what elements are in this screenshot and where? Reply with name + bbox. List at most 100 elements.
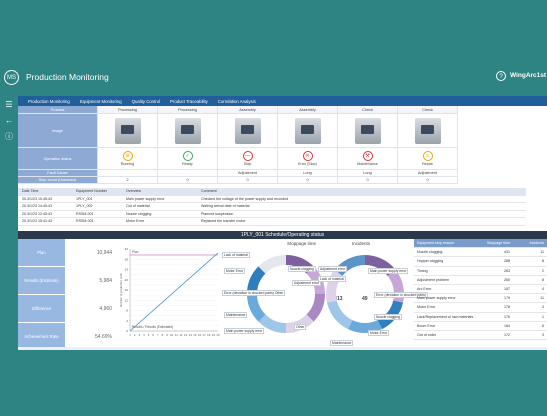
donut-segment <box>258 314 287 333</box>
machine-image <box>158 114 218 148</box>
tab-correlation-analysis[interactable]: Correlation Analysis <box>218 99 256 104</box>
table-header: Date Time Equipment Number Overview Comm… <box>18 188 526 196</box>
machine-image <box>98 114 158 148</box>
nav-tabs: Production Monitoring Equipment Monitori… <box>18 96 547 106</box>
donut-segment <box>258 255 287 274</box>
x-tick-label: 5 <box>148 333 150 337</box>
cell-incidents: 8 <box>542 259 544 264</box>
table-row[interactable]: 20.3/1/23 12:45:43 RSSM-001 Nozzle clogg… <box>18 211 526 218</box>
x-tick-label: 18 <box>207 333 211 337</box>
help-icon[interactable]: ? <box>496 71 506 81</box>
col-header: Date Time <box>22 189 39 194</box>
kpi-label: Achievement Rate <box>18 323 65 350</box>
check-icon: ✓ <box>182 151 193 161</box>
kpi-value: 10,944 <box>65 239 118 266</box>
x-tick-label: 8 <box>162 333 164 337</box>
menu-icon[interactable]: ☰ <box>4 100 14 110</box>
kpi-difference: Difference 4,960 <box>18 295 118 323</box>
machine-image <box>278 114 338 148</box>
status-label: Running <box>120 162 135 166</box>
cell-equipment: RSSM-001 <box>76 219 94 224</box>
count-cell: 0 <box>398 177 458 184</box>
cell-incidents: 11 <box>540 296 544 301</box>
equipment-grid: Process Processing Processing Assembly A… <box>18 106 547 184</box>
top-band <box>0 0 547 62</box>
cause-cell <box>158 170 218 177</box>
table-row[interactable]: 20.3/1/23 15:41:43 RSSM-001 Motor Error … <box>18 218 526 226</box>
row-label-cause: Fault Cause <box>18 170 98 177</box>
cell-incidents: 3 <box>542 305 544 310</box>
x-tick-label: 2 <box>134 333 136 337</box>
count-cell: 0 <box>338 177 398 184</box>
cell-comment: Planned suspension <box>201 211 234 216</box>
cell-datetime: 20.3/1/23 12:45:43 <box>22 211 52 216</box>
cell-overview: Motor Error <box>126 219 145 224</box>
table-row[interactable]: Motor Error 178 3 <box>414 303 547 313</box>
kpi-results: Results (Estimate) 5,984 <box>18 267 118 295</box>
table-row[interactable]: Lack/Replacement of raw materials 176 1 <box>414 313 547 322</box>
repair-icon: ⚠ <box>422 151 433 161</box>
cell-reason: Lack/Replacement of raw materials <box>417 314 474 319</box>
stop-label: Maintenance <box>224 312 248 318</box>
tab-equipment-monitoring[interactable]: Equipment Monitoring <box>80 99 122 104</box>
cause-cell: Adjustment <box>398 170 458 177</box>
kpi-value: 5,984 <box>65 267 118 294</box>
wrench-icon: ⚒ <box>362 151 373 161</box>
brand-logo: WingArc1st <box>510 72 547 79</box>
status-label: Stop <box>243 162 252 166</box>
tab-production-monitoring[interactable]: Production Monitoring <box>28 99 70 104</box>
count-cell: 0 <box>218 177 278 184</box>
legend-results: Results / Results (Estimated) <box>132 325 173 329</box>
kpi-label: Plan <box>18 239 65 266</box>
table-row[interactable]: Timing 263 2 <box>414 267 547 276</box>
process-cell: Processing <box>158 106 218 114</box>
table-row[interactable]: Hopper clogging 288 8 <box>414 257 547 267</box>
donut-segment <box>306 293 325 322</box>
cell-stoppage-time: 176 <box>504 314 510 319</box>
table-row[interactable]: Out of order 172 3 <box>414 331 547 341</box>
table-row[interactable]: 20.3/1/23 10:45:43 1PLY_001 Main power s… <box>18 196 526 203</box>
status-cell: ⚠ Repair <box>398 148 458 170</box>
stop-label: Adjustment error <box>292 280 322 286</box>
table-row[interactable]: Boom Error 164 6 <box>414 322 547 331</box>
cell-incidents: 1 <box>542 314 544 319</box>
table-row[interactable]: Main power supply error 179 11 <box>414 294 547 304</box>
cell-reason: Hopper clogging <box>417 259 444 264</box>
back-arrow-icon[interactable]: ← <box>4 116 14 126</box>
tab-quality-control[interactable]: Quality Control <box>132 99 160 104</box>
count-cell: 2 <box>98 177 158 184</box>
cell-reason: Motor Error <box>417 305 436 310</box>
y-tick-label: 28 <box>125 257 129 261</box>
cell-stoppage-time: 263 <box>504 268 510 273</box>
series-line-results <box>129 252 219 332</box>
y-tick-label: 32 <box>125 247 129 251</box>
kpi-value: 54.69% <box>65 323 118 350</box>
x-tick-label: 16 <box>198 333 202 337</box>
stop-label: Other <box>294 324 307 330</box>
row-label-process: Process <box>18 106 98 114</box>
cause-cell: Long <box>278 170 338 177</box>
info-icon[interactable]: ⓘ <box>4 132 14 142</box>
x-tick-label: 9 <box>166 333 168 337</box>
donut-segment <box>247 293 266 322</box>
kpi-plan: Plan 10,944 <box>18 239 118 267</box>
cell-stoppage-time: 431 <box>504 250 510 255</box>
cell-stoppage-time: 179 <box>504 296 510 301</box>
status-label: Repair <box>422 162 433 166</box>
app-logo-icon: MS <box>4 70 19 85</box>
table-row[interactable]: Nozzle clogging 431 11 <box>414 248 547 258</box>
table-row[interactable]: Adjustment problem 260 8 <box>414 276 547 285</box>
col-header: Equipment stop reason <box>417 241 454 246</box>
cell-reason: Nozzle clogging <box>417 250 443 255</box>
kpi-label: Results (Estimate) <box>18 267 65 294</box>
x-tick-label: 13 <box>184 333 188 337</box>
x-tick-label: 7 <box>157 333 159 337</box>
tab-product-traceability[interactable]: Product Traceability <box>170 99 208 104</box>
stop-label: Error (deviation in chucked parts) Other <box>222 290 286 296</box>
donut-segment <box>326 300 353 330</box>
stop-label: Nozzle clogging <box>288 266 316 272</box>
table-row[interactable]: Arc Error 187 4 <box>414 285 547 295</box>
x-tick-label: 17 <box>203 333 207 337</box>
table-row[interactable]: 20.3/1/23 14:45:43 1PLY_002 Out of mater… <box>18 203 526 211</box>
x-tick-label: 14 <box>189 333 193 337</box>
